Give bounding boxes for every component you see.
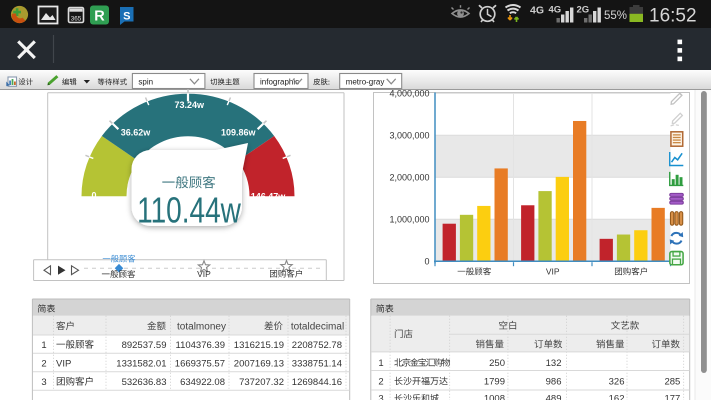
svg-text:489: 489: [546, 394, 562, 400]
svg-text:1316215.19: 1316215.19: [234, 340, 284, 351]
svg-text:1669375.57: 1669375.57: [175, 358, 225, 369]
svg-text:1799: 1799: [484, 376, 505, 387]
svg-text:250: 250: [489, 358, 505, 369]
svg-text:0: 0: [424, 256, 429, 266]
svg-text:634922.08: 634922.08: [180, 377, 225, 388]
svg-text:132: 132: [546, 358, 562, 369]
svg-text:109.86w: 109.86w: [221, 127, 257, 137]
svg-text:VIP: VIP: [546, 267, 560, 277]
svg-text:1008: 1008: [484, 394, 505, 400]
svg-text:326: 326: [609, 376, 625, 387]
svg-text:110.44w: 110.44w: [137, 190, 241, 230]
svg-text:S: S: [123, 11, 130, 23]
svg-text:2,000,000: 2,000,000: [389, 172, 429, 182]
svg-text:4,000,000: 4,000,000: [389, 88, 429, 98]
svg-text:2007169.13: 2007169.13: [234, 358, 284, 369]
svg-text:1,000,000: 1,000,000: [389, 214, 429, 224]
svg-text:1104376.39: 1104376.39: [176, 340, 226, 351]
svg-text:3,000,000: 3,000,000: [389, 130, 429, 140]
svg-text:986: 986: [546, 376, 562, 387]
svg-text:spin: spin: [138, 77, 153, 86]
svg-text:totalmoney: totalmoney: [177, 321, 226, 332]
svg-text:1: 1: [378, 358, 383, 369]
svg-text:3338751.14: 3338751.14: [292, 358, 342, 369]
svg-text:892537.59: 892537.59: [122, 340, 167, 351]
svg-text:73.24w: 73.24w: [175, 100, 206, 110]
svg-text:1331582.01: 1331582.01: [116, 358, 166, 369]
svg-text:177: 177: [664, 394, 680, 400]
svg-text:365: 365: [71, 16, 82, 23]
svg-text:totaldecimal: totaldecimal: [291, 321, 344, 332]
svg-text:2208752.78: 2208752.78: [292, 340, 342, 351]
svg-text:metro-gray: metro-gray: [346, 77, 385, 86]
svg-text:1269844.16: 1269844.16: [292, 377, 342, 388]
svg-text:2G: 2G: [577, 5, 590, 16]
svg-text:3: 3: [41, 377, 46, 388]
svg-text:146.47w: 146.47w: [251, 191, 287, 201]
svg-text:4G: 4G: [549, 5, 562, 16]
svg-text:16:52: 16:52: [649, 6, 697, 27]
svg-text:532636.83: 532636.83: [122, 377, 167, 388]
svg-text:36.62w: 36.62w: [121, 127, 152, 137]
svg-text:737207.32: 737207.32: [239, 377, 284, 388]
svg-text:1: 1: [41, 340, 46, 351]
svg-text:VIP: VIP: [56, 358, 71, 369]
svg-text:2: 2: [378, 376, 383, 387]
svg-text:2: 2: [41, 358, 46, 369]
svg-text:55%: 55%: [604, 10, 627, 22]
svg-text:4G: 4G: [530, 5, 544, 17]
svg-text:R: R: [94, 8, 105, 24]
svg-text:VIP: VIP: [197, 269, 211, 279]
svg-text:285: 285: [664, 376, 680, 387]
svg-text:0: 0: [91, 191, 96, 201]
svg-text:3: 3: [378, 394, 383, 400]
svg-text:162: 162: [609, 394, 625, 400]
